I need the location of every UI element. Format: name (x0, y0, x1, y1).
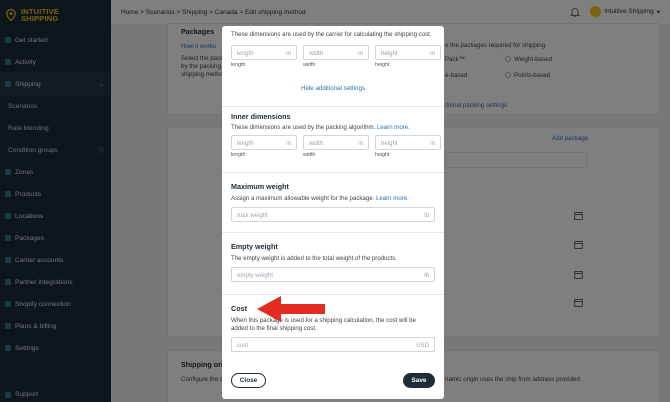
inner-dimensions-desc: These dimensions are used by the packing… (231, 124, 410, 131)
section-divider (222, 232, 444, 233)
inner-width-caption: width (303, 152, 316, 158)
outer-height-input[interactable]: height in (375, 45, 441, 60)
learn-more-link[interactable]: Learn more. (376, 195, 409, 202)
inner-height-caption: height (375, 152, 390, 158)
save-button[interactable]: Save (403, 373, 435, 388)
empty-weight-section: Empty weight The empty weight is added t… (222, 242, 444, 282)
empty-weight-input[interactable]: empty weight lb (231, 267, 435, 282)
section-divider (222, 106, 444, 107)
edit-package-modal: These dimensions are used by the carrier… (222, 26, 444, 399)
max-weight-section: Maximum weight Assign a maximum allowabl… (222, 182, 444, 222)
hide-additional-settings-link[interactable]: Hide additional settings (231, 85, 435, 92)
section-divider (222, 172, 444, 173)
inner-dimensions-section: Inner dimensions These dimensions are us… (222, 112, 444, 158)
max-weight-title: Maximum weight (231, 182, 289, 191)
close-button[interactable]: Close (231, 373, 266, 388)
max-weight-input[interactable]: max weight lb (231, 207, 435, 222)
outer-dimensions-section: These dimensions are used by the carrier… (222, 31, 444, 92)
inner-length-input[interactable]: length in (231, 135, 297, 150)
cost-input[interactable]: cost USD (231, 337, 435, 352)
max-weight-desc: Assign a maximum allowable weight for th… (231, 195, 409, 202)
inner-length-caption: length (231, 152, 246, 158)
learn-more-link[interactable]: Learn more. (377, 124, 410, 131)
outer-width-input[interactable]: width in (303, 45, 369, 60)
outer-dimensions-desc: These dimensions are used by the carrier… (231, 31, 432, 38)
inner-height-input[interactable]: height in (375, 135, 441, 150)
annotation-arrow-icon (257, 296, 325, 322)
inner-dimensions-title: Inner dimensions (231, 112, 291, 121)
inner-width-input[interactable]: width in (303, 135, 369, 150)
outer-length-caption: length (231, 62, 246, 68)
outer-width-caption: width (303, 62, 316, 68)
empty-weight-desc: The empty weight is added to the total w… (231, 255, 397, 262)
outer-dimensions-inputs: length in length width in width height in h… (231, 45, 441, 68)
outer-height-caption: height (375, 62, 390, 68)
inner-dimensions-inputs: length in length width in width height in h… (231, 135, 441, 158)
empty-weight-title: Empty weight (231, 242, 278, 251)
outer-length-input[interactable]: length in (231, 45, 297, 60)
